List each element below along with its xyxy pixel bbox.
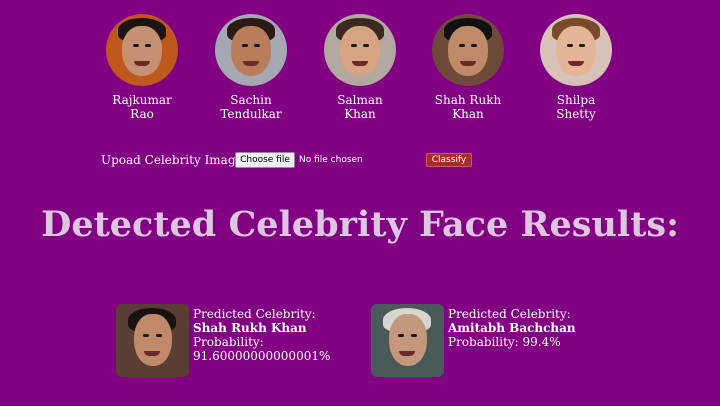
upload-label: Upoad Celebrity Image: xyxy=(101,153,247,167)
celebrity-name: Sachin Tendulkar xyxy=(220,93,282,121)
results-title: Detected Celebrity Face Results: xyxy=(40,204,679,245)
probability-value: 91.60000000000001% xyxy=(193,349,331,363)
celebrity-card: Sachin Tendulkar xyxy=(196,14,306,121)
probability-value: 99.4% xyxy=(522,335,561,349)
celebrity-card: Shilpa Shetty xyxy=(521,14,631,121)
predicted-label: Predicted Celebrity: xyxy=(193,307,316,321)
result-photo xyxy=(371,304,444,377)
celebrity-avatar xyxy=(324,14,396,86)
classify-button[interactable]: Classify xyxy=(426,153,472,167)
choose-file-button[interactable]: Choose file xyxy=(235,152,295,168)
probability-label: Probability: xyxy=(448,335,519,349)
celebrity-card: Salman Khan xyxy=(305,14,415,121)
celebrity-avatar xyxy=(432,14,504,86)
file-status-text: No file chosen xyxy=(299,155,363,165)
celebrity-gallery: Rajkumar Rao Sachin Tendulkar Salman Khan S… xyxy=(0,14,720,134)
celebrity-name: Rajkumar Rao xyxy=(112,93,172,121)
celebrity-name: Shilpa Shetty xyxy=(556,93,596,121)
celebrity-avatar xyxy=(106,14,178,86)
celebrity-card: Rajkumar Rao xyxy=(87,14,197,121)
celebrity-avatar xyxy=(215,14,287,86)
celebrity-card: Shah Rukh Khan xyxy=(413,14,523,121)
predicted-name: Amitabh Bachchan xyxy=(448,321,576,335)
celebrity-name: Shah Rukh Khan xyxy=(434,93,502,121)
result-info: Predicted Celebrity: Amitabh Bachchan Pr… xyxy=(448,307,576,349)
result-info: Predicted Celebrity: Shah Rukh Khan Prob… xyxy=(193,307,330,363)
result-photo xyxy=(116,304,189,377)
predicted-name: Shah Rukh Khan xyxy=(193,321,307,335)
probability-label: Probability: xyxy=(193,335,264,349)
predicted-label: Predicted Celebrity: xyxy=(448,307,571,321)
celebrity-name: Salman Khan xyxy=(337,93,383,121)
celebrity-avatar xyxy=(540,14,612,86)
